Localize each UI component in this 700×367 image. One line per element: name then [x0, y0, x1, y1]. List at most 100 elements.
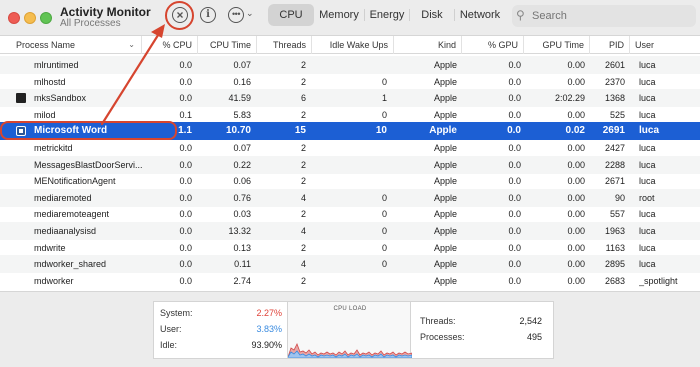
- cpu-time: 13.32: [228, 226, 251, 236]
- search-field[interactable]: ⚲: [512, 5, 696, 27]
- idle-wake-ups: [312, 272, 387, 290]
- column-header-idle-wake-ups[interactable]: Idle Wake Ups: [312, 36, 394, 54]
- annotation-highlight-row: [0, 121, 177, 140]
- process-id: 1963: [604, 226, 625, 236]
- column-header-threads[interactable]: Threads: [257, 36, 312, 54]
- column-header-gpu[interactable]: % GPU: [462, 36, 524, 54]
- process-name: mdwrite: [34, 242, 66, 253]
- gpu-time: 0.02: [565, 125, 585, 137]
- column-header-kind[interactable]: Kind: [394, 36, 462, 54]
- gpu-percent: 0.0: [508, 209, 521, 220]
- thread-count: 2: [300, 242, 306, 253]
- thread-count: 4: [300, 226, 306, 236]
- window-zoom-button[interactable]: [40, 12, 52, 24]
- idle-wake-ups: [312, 156, 387, 174]
- stat-value: 495: [526, 332, 542, 342]
- table-row[interactable]: mlhostd 0.0 0.16 2 0 Apple 0.0 0.00 2370…: [0, 73, 700, 91]
- table-row[interactable]: mediaremoted 0.0 0.76 4 0 Apple 0.0 0.00…: [0, 188, 700, 207]
- cpu-percent: 0.0: [179, 242, 192, 253]
- process-name: metrickitd: [34, 143, 73, 153]
- cpu-time: 0.13: [233, 242, 251, 253]
- more-actions-icon[interactable]: •••: [228, 7, 244, 23]
- process-kind: Apple: [433, 275, 457, 286]
- table-row[interactable]: MENotificationAgent 0.0 0.06 2 Apple 0.0…: [0, 172, 700, 190]
- thread-count: 15: [294, 125, 306, 137]
- column-header-label: Process Name: [16, 40, 76, 50]
- process-user: luca: [639, 125, 660, 137]
- process-id: 2691: [602, 125, 625, 137]
- thread-count: 2: [300, 159, 306, 170]
- table-row[interactable]: metrickitd 0.0 0.07 2 Apple 0.0 0.00 242…: [0, 139, 700, 157]
- idle-wake-ups: 0: [381, 209, 387, 220]
- tab-disk[interactable]: Disk: [410, 4, 454, 26]
- process-kind: Apple: [429, 125, 457, 137]
- tab-network[interactable]: Network: [455, 4, 505, 26]
- window-close-button[interactable]: [8, 12, 20, 24]
- thread-count: 2: [300, 76, 306, 87]
- cpu-time: 0.16: [233, 76, 251, 87]
- process-id: 90: [614, 192, 625, 203]
- process-user: luca: [639, 209, 656, 220]
- idle-wake-ups: 0: [381, 109, 387, 120]
- idle-wake-ups: [312, 172, 387, 190]
- cpu-percent: 0.0: [179, 226, 192, 236]
- tab-memory[interactable]: Memory: [314, 4, 364, 26]
- gpu-time: 0.00: [567, 275, 585, 286]
- idle-wake-ups: 1: [381, 93, 387, 104]
- cpu-percent: 0.0: [179, 76, 192, 87]
- column-header-gpu-time[interactable]: GPU Time: [524, 36, 590, 54]
- process-id: 2370: [604, 76, 625, 87]
- chevron-down-icon[interactable]: ⌄: [246, 8, 254, 19]
- tab-energy[interactable]: Energy: [365, 4, 409, 26]
- cpu-percent: 0.0: [179, 209, 192, 220]
- process-user: luca: [639, 259, 656, 270]
- window-minimize-button[interactable]: [24, 12, 36, 24]
- gpu-percent: 0.0: [508, 93, 521, 104]
- process-user: luca: [639, 109, 656, 120]
- table-row[interactable]: mediaanalysisd 0.0 13.32 4 0 Apple 0.0 0…: [0, 222, 700, 240]
- stat-user: User: 3.83%: [160, 322, 282, 336]
- idle-wake-ups: [312, 139, 387, 157]
- app-subtitle[interactable]: All Processes: [60, 18, 121, 29]
- column-header-user[interactable]: User: [630, 36, 700, 54]
- cpu-load-graph: CPU LOAD: [287, 302, 412, 358]
- process-kind: Apple: [433, 226, 457, 236]
- info-icon[interactable]: i: [200, 7, 216, 23]
- stat-label: Idle:: [160, 340, 178, 350]
- column-header-cpu[interactable]: % CPU: [142, 36, 198, 54]
- cpu-time: 0.11: [234, 259, 251, 270]
- cpu-percent: 0.0: [179, 275, 192, 286]
- column-header-cpu-time[interactable]: CPU Time: [198, 36, 257, 54]
- table-row[interactable]: mdworker 0.0 2.74 2 Apple 0.0 0.00 2683 …: [0, 272, 700, 290]
- tab-cpu[interactable]: CPU: [268, 4, 314, 26]
- process-user: luca: [639, 176, 656, 187]
- cpu-time: 0.76: [233, 192, 251, 203]
- process-user: luca: [639, 143, 656, 153]
- table-row[interactable]: mediaremoteagent 0.0 0.03 2 0 Apple 0.0 …: [0, 205, 700, 223]
- gpu-time: 0.00: [567, 209, 585, 220]
- gpu-time: 0.00: [567, 242, 585, 253]
- idle-wake-ups: 0: [381, 192, 387, 203]
- process-kind: Apple: [433, 109, 457, 120]
- table-row[interactable]: MessagesBlastDoorServi... 0.0 0.22 2 App…: [0, 155, 700, 174]
- process-name: mediaanalysisd: [34, 226, 97, 236]
- stat-label: System:: [160, 308, 193, 318]
- thread-count: 2: [300, 275, 306, 286]
- column-header-pid[interactable]: PID: [590, 36, 630, 54]
- table-row[interactable]: mdworker_shared 0.0 0.11 4 0 Apple 0.0 0…: [0, 255, 700, 274]
- cpu-load-chart: [288, 343, 412, 358]
- table-row[interactable]: mksSandbox 0.0 41.59 6 1 Apple 0.0 2:02.…: [0, 89, 700, 108]
- process-name: mksSandbox: [34, 93, 87, 104]
- search-input[interactable]: [532, 8, 682, 24]
- process-user: luca: [639, 242, 656, 253]
- cpu-stats-box: System: 2.27% User: 3.83% Idle: 93.90% C…: [153, 301, 554, 359]
- table-row[interactable]: mlruntimed 0.0 0.07 2 Apple 0.0 0.00 260…: [0, 56, 700, 74]
- column-header-process-name[interactable]: Process Name ⌄: [0, 36, 142, 54]
- process-kind: Apple: [433, 242, 457, 253]
- stat-value: 2.27%: [256, 308, 282, 318]
- table-row[interactable]: mdwrite 0.0 0.13 2 0 Apple 0.0 0.00 1163…: [0, 239, 700, 257]
- stat-idle: Idle: 93.90%: [160, 338, 282, 352]
- process-user: luca: [639, 76, 656, 87]
- cpu-percent: 0.0: [179, 143, 192, 153]
- gpu-percent: 0.0: [508, 242, 521, 253]
